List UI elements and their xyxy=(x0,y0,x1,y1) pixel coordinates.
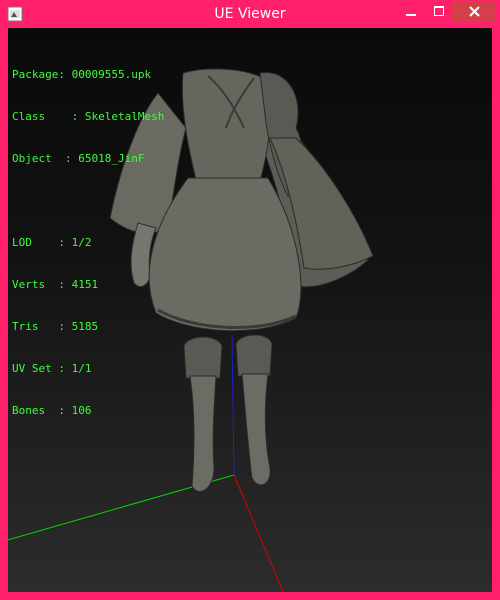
uvset-value: 1/1 xyxy=(71,362,92,375)
close-button[interactable] xyxy=(452,1,496,21)
info-row-uvset: UV Set : 1/1 xyxy=(12,362,92,375)
info-row-tris: Tris : 5185 xyxy=(12,320,99,333)
package-value: 00009555.upk xyxy=(71,68,152,81)
info-label: Package xyxy=(12,68,59,81)
maximize-icon xyxy=(434,6,444,16)
info-label: Bones xyxy=(12,404,59,417)
info-row-verts: Verts : 4151 xyxy=(12,278,99,291)
axis-z-line xyxy=(231,334,235,476)
close-icon xyxy=(468,5,480,17)
info-label: Tris xyxy=(12,320,59,333)
render-viewport[interactable]: Package: 00009555.upk Class : SkeletalMe… xyxy=(8,28,492,592)
info-row-package: Package: 00009555.upk xyxy=(12,68,152,81)
info-label: Class xyxy=(12,110,59,123)
window-title: UE Viewer xyxy=(214,6,286,22)
axis-y-line xyxy=(233,474,284,592)
lod-value: 1/2 xyxy=(71,236,92,249)
info-label: Object xyxy=(12,152,59,165)
object-value: 65018_JinF xyxy=(78,152,145,165)
verts-value: 4151 xyxy=(71,278,99,291)
info-label: Verts xyxy=(12,278,59,291)
info-row-class: Class : SkeletalMesh xyxy=(12,110,165,123)
app-window: UE Viewer Package: 00009555.upk Class: … xyxy=(0,0,500,600)
info-label: UV Set xyxy=(12,362,59,375)
minimize-icon xyxy=(406,14,416,16)
mesh-info-overlay: Package: 00009555.upk Class : SkeletalMe… xyxy=(12,40,164,446)
info-row-lod: LOD : 1/2 xyxy=(12,236,92,249)
title-bar[interactable]: UE Viewer xyxy=(0,0,500,28)
info-label: LOD xyxy=(12,236,59,249)
info-row-bones: Bones : 106 xyxy=(12,404,92,417)
class-value: SkeletalMesh xyxy=(84,110,165,123)
tris-value: 5185 xyxy=(71,320,99,333)
minimize-button[interactable] xyxy=(398,1,424,21)
info-row-object: Object : 65018_JinF xyxy=(12,152,145,165)
bones-value: 106 xyxy=(71,404,92,417)
maximize-button[interactable] xyxy=(426,1,452,21)
